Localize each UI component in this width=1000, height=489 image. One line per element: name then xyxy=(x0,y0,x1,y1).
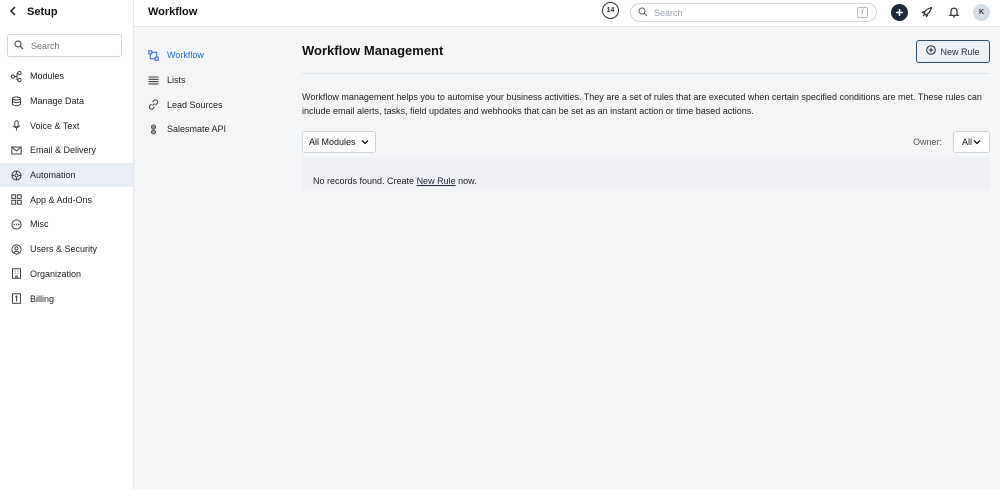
sidebar-item-modules[interactable]: Modules xyxy=(0,64,133,89)
microphone-icon xyxy=(10,120,22,132)
empty-state-prefix: No records found. Create xyxy=(313,176,417,186)
setup-header: Setup xyxy=(0,0,133,24)
sidebar-item-billing[interactable]: Billing xyxy=(0,286,133,311)
divider xyxy=(302,73,990,74)
add-button[interactable] xyxy=(891,4,908,21)
mail-icon xyxy=(10,144,22,156)
user-icon xyxy=(10,243,22,255)
modules-filter-value: All Modules xyxy=(309,137,356,147)
automation-icon xyxy=(10,169,22,181)
plus-circle-icon xyxy=(926,45,937,58)
notification-count-badge[interactable]: 14 xyxy=(602,2,619,19)
empty-state-message: No records found. Create New Rule now. xyxy=(313,176,477,186)
billing-icon xyxy=(10,293,22,305)
sidebar-item-label: Billing xyxy=(30,293,55,304)
new-rule-link[interactable]: New Rule xyxy=(417,176,456,186)
main-panel: Workflow Management New Rule Workflow ma… xyxy=(286,27,1000,489)
sidebar-item-label: Users & Security xyxy=(30,244,98,255)
sidebar-search-placeholder: Search xyxy=(31,40,60,51)
chevron-down-icon xyxy=(361,138,369,147)
sidebar-item-label: Organization xyxy=(30,268,82,279)
sidebar-item-voice-text[interactable]: Voice & Text xyxy=(0,113,133,138)
sidebar-item-label: Modules xyxy=(30,71,65,82)
link-icon xyxy=(147,99,159,111)
new-rule-label: New Rule xyxy=(940,46,980,57)
sidebar-search-input[interactable]: Search xyxy=(7,34,122,57)
subnav-item-label: Lead Sources xyxy=(167,99,223,110)
sidebar-item-email-delivery[interactable]: Email & Delivery xyxy=(0,138,133,163)
owner-label: Owner: xyxy=(912,137,942,147)
subnav-item-salesmate-api[interactable]: Salesmate API xyxy=(134,117,286,142)
sidebar-item-label: Voice & Text xyxy=(30,120,80,131)
dots-icon xyxy=(10,218,22,230)
empty-state-suffix: now. xyxy=(455,176,477,186)
search-shortcut-key: / xyxy=(857,7,868,18)
modules-icon xyxy=(10,70,22,82)
sidebar-item-label: Automation xyxy=(30,170,76,181)
global-search-input[interactable]: Search / xyxy=(630,3,877,22)
back-arrow-icon[interactable] xyxy=(8,5,22,19)
automation-subnav: Workflow Lists Lead Sources Salesmate AP… xyxy=(134,27,286,489)
owner-filter-dropdown[interactable]: All xyxy=(953,131,990,153)
building-icon xyxy=(10,268,22,280)
sidebar-item-label: Misc xyxy=(30,219,49,230)
sidebar-item-app-addons[interactable]: App & Add-Ons xyxy=(0,187,133,212)
chevron-down-icon xyxy=(973,138,981,147)
owner-filter-value: All xyxy=(961,137,972,147)
sidebar-item-manage-data[interactable]: Manage Data xyxy=(0,89,133,114)
setup-sidebar: Setup Search Modules Manage Data Voice &… xyxy=(0,0,134,489)
sidebar-item-label: Email & Delivery xyxy=(30,145,97,156)
api-icon xyxy=(147,123,159,135)
list-icon xyxy=(147,74,159,86)
section-title: Workflow Management xyxy=(302,43,444,58)
sidebar-item-label: Manage Data xyxy=(30,96,85,107)
setup-title: Setup xyxy=(27,6,58,18)
bell-icon[interactable] xyxy=(947,5,961,19)
sidebar-item-organization[interactable]: Organization xyxy=(0,262,133,287)
search-icon xyxy=(14,39,26,52)
database-icon xyxy=(10,95,22,107)
rocket-icon[interactable] xyxy=(920,5,934,19)
subnav-item-lead-sources[interactable]: Lead Sources xyxy=(134,92,286,117)
new-rule-button[interactable]: New Rule xyxy=(916,40,990,63)
sidebar-item-misc[interactable]: Misc xyxy=(0,212,133,237)
avatar[interactable]: K xyxy=(973,4,990,21)
workflow-description: Workflow management helps you to automis… xyxy=(302,92,982,116)
workflow-icon xyxy=(147,49,159,61)
subnav-item-label: Lists xyxy=(167,75,186,86)
sidebar-item-automation[interactable]: Automation xyxy=(0,162,133,188)
subnav-item-lists[interactable]: Lists xyxy=(134,68,286,93)
apps-icon xyxy=(10,194,22,206)
sidebar-item-label: App & Add-Ons xyxy=(30,194,93,205)
top-bar: Workflow 14 Search / K xyxy=(134,0,1000,27)
subnav-item-label: Workflow xyxy=(167,50,204,61)
subnav-item-label: Salesmate API xyxy=(167,124,227,135)
page-title: Workflow xyxy=(148,6,198,18)
search-icon xyxy=(638,6,648,19)
subnav-item-workflow[interactable]: Workflow xyxy=(134,43,286,68)
modules-filter-dropdown[interactable]: All Modules xyxy=(302,131,376,153)
sidebar-item-users-security[interactable]: Users & Security xyxy=(0,237,133,262)
global-search-placeholder: Search xyxy=(654,7,683,18)
